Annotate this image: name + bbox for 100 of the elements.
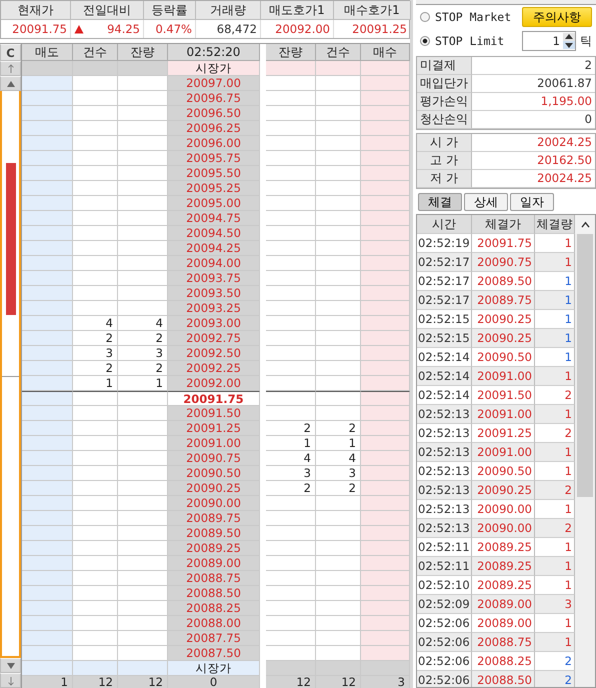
- order-cell[interactable]: 2: [266, 481, 316, 496]
- price-cell[interactable]: 20093.75: [168, 271, 260, 286]
- scrollbar-thumb[interactable]: [577, 234, 593, 497]
- arrow-down-icon: [6, 676, 14, 686]
- field-value: 20061.87: [472, 75, 595, 93]
- tab[interactable]: 상세: [464, 193, 508, 211]
- price-cell[interactable]: 20095.00: [168, 196, 260, 211]
- price-cell[interactable]: 20091.25: [168, 421, 260, 436]
- scroll-bottom-button[interactable]: [0, 673, 21, 688]
- scroll-up-button[interactable]: [0, 76, 21, 91]
- price-cell[interactable]: 20096.50: [168, 106, 260, 121]
- price-cell[interactable]: 20091.75: [168, 391, 260, 406]
- price-cell[interactable]: 20091.00: [168, 436, 260, 451]
- price-cell[interactable]: 20089.75: [168, 511, 260, 526]
- spin-up-icon[interactable]: [563, 33, 575, 41]
- price-cell: 20091.00: [472, 405, 535, 424]
- price-cell[interactable]: 20091.50: [168, 406, 260, 421]
- price-cell[interactable]: 20094.00: [168, 256, 260, 271]
- radio-option[interactable]: STOP Market: [420, 10, 518, 24]
- quantity-text: 2: [156, 331, 163, 345]
- triangle-up-icon: [6, 80, 16, 88]
- order-cell[interactable]: 3: [73, 346, 118, 361]
- price-cell[interactable]: 20092.25: [168, 361, 260, 376]
- tab[interactable]: 일자: [510, 193, 554, 211]
- price-cell[interactable]: 20088.75: [168, 571, 260, 586]
- quantity-text: 4: [106, 316, 113, 330]
- quantity-text: 4: [304, 451, 311, 465]
- price-cell[interactable]: 20093.00: [168, 316, 260, 331]
- spin-down-icon[interactable]: [563, 41, 575, 49]
- order-cell[interactable]: [22, 391, 73, 406]
- total-cell: 12: [73, 676, 118, 688]
- spinner-value: 1: [552, 34, 561, 48]
- price-cell[interactable]: 20096.00: [168, 136, 260, 151]
- price-cell[interactable]: 20092.50: [168, 346, 260, 361]
- radio-button[interactable]: [420, 36, 430, 46]
- price-cell[interactable]: 20095.75: [168, 151, 260, 166]
- scroll-top-button[interactable]: [0, 61, 21, 76]
- order-cell[interactable]: 1: [266, 436, 316, 451]
- order-cell[interactable]: 2: [266, 421, 316, 436]
- radio-button[interactable]: [420, 12, 430, 22]
- tab[interactable]: 체결: [418, 193, 462, 211]
- price-cell[interactable]: 20088.50: [168, 586, 260, 601]
- time-cell: 02:52:14: [417, 367, 472, 386]
- price-cell[interactable]: 20095.50: [168, 166, 260, 181]
- price-cell[interactable]: 20094.50: [168, 226, 260, 241]
- order-cell[interactable]: 4: [73, 316, 118, 331]
- price-cell[interactable]: 20088.25: [168, 601, 260, 616]
- price-cell[interactable]: 20095.25: [168, 181, 260, 196]
- price-cell[interactable]: 20092.00: [168, 376, 260, 391]
- column-header: 전일대비: [71, 1, 144, 20]
- field-value: 20162.50: [472, 152, 595, 170]
- time-cell: 02:52:13: [417, 443, 472, 462]
- chevron-up-icon[interactable]: [580, 221, 590, 228]
- price-cell[interactable]: 20090.75: [168, 451, 260, 466]
- radio-label: STOP Limit: [435, 34, 504, 48]
- radio-label: STOP Market: [435, 10, 512, 24]
- total-cell: 0: [168, 676, 260, 688]
- order-cell[interactable]: 1: [73, 376, 118, 391]
- price-cell[interactable]: 20096.25: [168, 121, 260, 136]
- quantity-text: 2: [106, 361, 113, 375]
- price-cell[interactable]: 20093.50: [168, 286, 260, 301]
- price-cell[interactable]: 20089.25: [168, 541, 260, 556]
- time-cell: 02:52:11: [417, 557, 472, 576]
- order-cell[interactable]: 3: [266, 466, 316, 481]
- price-cell[interactable]: 20088.00: [168, 616, 260, 631]
- order-cell[interactable]: 2: [73, 361, 118, 376]
- center-button[interactable]: C: [0, 44, 21, 61]
- price-cell[interactable]: 20094.75: [168, 211, 260, 226]
- price-cell[interactable]: 20090.00: [168, 496, 260, 511]
- column-header: 건수: [316, 44, 361, 61]
- price-cell[interactable]: 20090.25: [168, 481, 260, 496]
- scroll-down-button[interactable]: [0, 658, 21, 673]
- order-cell[interactable]: [361, 391, 410, 406]
- quote-value: 20092.00: [275, 21, 330, 38]
- market-order-cell[interactable]: 시장가: [168, 61, 260, 76]
- market-order-cell[interactable]: 시장가: [168, 661, 260, 676]
- field-value: 2: [472, 57, 595, 75]
- price-cell[interactable]: 20096.75: [168, 91, 260, 106]
- price-cell[interactable]: 20089.00: [168, 556, 260, 571]
- quantity-text: 1: [304, 436, 311, 450]
- scrollbar[interactable]: [575, 215, 595, 687]
- price-cell[interactable]: 20092.75: [168, 331, 260, 346]
- tick-spinner[interactable]: 1: [522, 31, 576, 51]
- quantity-text: 2: [348, 481, 356, 495]
- quantity-text: 4: [156, 316, 163, 330]
- order-cell[interactable]: [266, 391, 316, 406]
- warning-button[interactable]: 주의사항: [522, 7, 592, 27]
- order-cell[interactable]: 2: [73, 331, 118, 346]
- column-header: 매수: [361, 44, 410, 61]
- field-label: 미결제: [417, 57, 472, 75]
- price-cell[interactable]: 20090.50: [168, 466, 260, 481]
- price-cell[interactable]: 20097.00: [168, 76, 260, 91]
- price-cell[interactable]: 20094.25: [168, 241, 260, 256]
- price-cell[interactable]: 20087.50: [168, 646, 260, 661]
- price-cell[interactable]: 20093.25: [168, 301, 260, 316]
- order-cell[interactable]: [73, 391, 118, 406]
- radio-option[interactable]: STOP Limit: [420, 34, 518, 48]
- order-cell[interactable]: 4: [266, 451, 316, 466]
- price-cell[interactable]: 20089.50: [168, 526, 260, 541]
- price-cell[interactable]: 20087.75: [168, 631, 260, 646]
